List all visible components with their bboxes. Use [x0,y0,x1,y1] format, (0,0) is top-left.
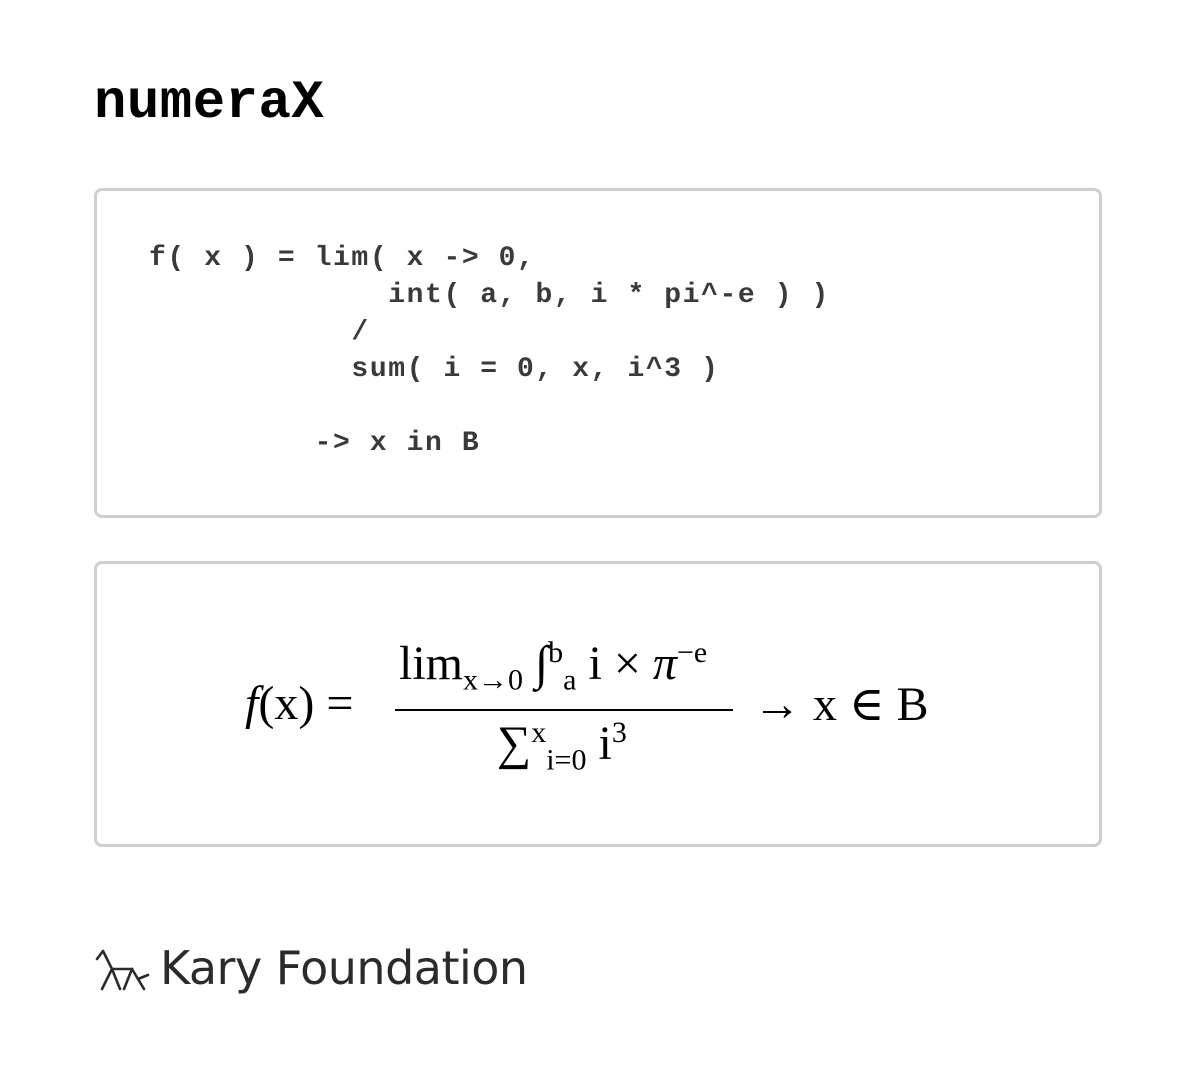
sum-body: i [586,717,612,770]
pi-exponent: −e [676,636,708,669]
function-args-equals: (x) = [258,677,354,730]
brand-name: Kary Foundation [160,941,528,995]
fraction-denominator: ∑xi=0 i3 [497,716,627,775]
kary-logo-icon [95,949,150,991]
fraction-bar [395,709,733,711]
integral-upper: b [548,636,564,669]
integral-lower: a [563,663,577,697]
limit-subscript: x→0 [463,663,524,697]
integral-sign: ∫ [535,637,549,690]
limit-operator: lim [399,637,464,690]
code-editor[interactable]: f( x ) = lim( x -> 0, int( a, b, i * pi^… [149,240,830,462]
integrand: i × [576,637,653,690]
sum-sign: ∑ [497,717,532,770]
sum-lower: i=0 [546,743,587,777]
rendered-math-panel: f(x) = limx→0 ∫ba i × π−e ∑xi=0 i3 → x ∈… [94,561,1102,847]
brand-footer: Kary Foundation [94,940,528,996]
formula-lhs: f(x) = [245,676,353,731]
sum-body-exponent: 3 [611,716,627,749]
fraction-numerator: limx→0 ∫ba i × π−e [399,636,708,695]
function-name: f [245,677,259,730]
app-title: numeraX [94,73,325,134]
formula-rhs: → x ∈ B [753,678,929,731]
sum-upper: x [531,716,547,749]
pi-symbol: π [652,637,677,690]
code-editor-panel[interactable]: f( x ) = lim( x -> 0, int( a, b, i * pi^… [94,188,1102,518]
